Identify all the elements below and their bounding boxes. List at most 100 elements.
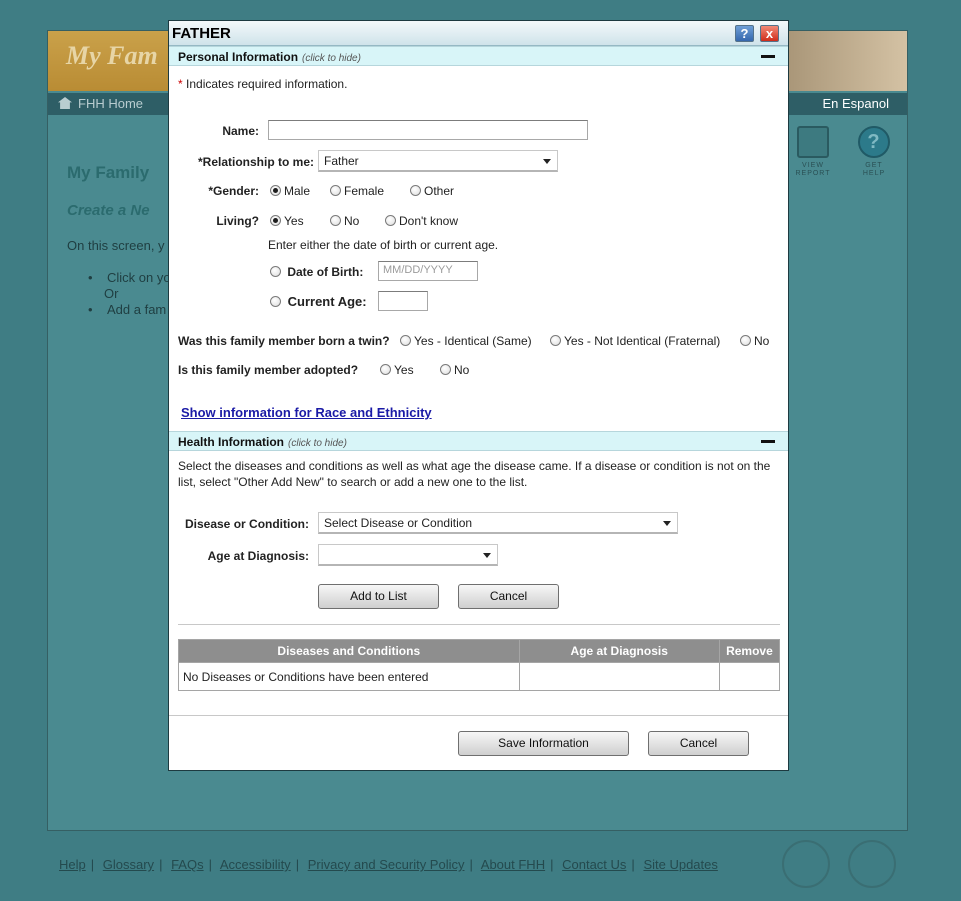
page-bullet-2: • Add a fam	[88, 302, 167, 317]
dob-label: Date of Birth:	[287, 265, 364, 279]
living-yes-label: Yes	[284, 214, 304, 228]
adopted-yes-radio[interactable]: Yes	[380, 363, 414, 377]
twin-question: Was this family member born a twin?	[178, 334, 390, 348]
radio-icon	[740, 335, 751, 346]
adopted-question: Is this family member adopted?	[178, 363, 359, 377]
twin-no-radio[interactable]: No	[740, 334, 769, 348]
chevron-down-icon	[483, 553, 491, 558]
get-help-tool[interactable]: ? GET HELP	[849, 126, 899, 178]
bullet-2-text: Add a fam	[107, 302, 167, 317]
name-field[interactable]	[268, 120, 588, 140]
nav-home-label: FHH Home	[78, 96, 144, 111]
gender-other-radio[interactable]: Other	[410, 184, 454, 198]
relationship-select[interactable]: Father	[318, 150, 558, 172]
chevron-down-icon	[543, 159, 551, 164]
gender-male-radio[interactable]: Male	[270, 184, 310, 198]
dob-field[interactable]: MM/DD/YYYY	[378, 261, 478, 281]
report-icon	[797, 126, 829, 158]
twin-identical-label: Yes - Identical (Same)	[414, 334, 532, 348]
living-dontknow-label: Don't know	[399, 214, 458, 228]
page-subheading: Create a Ne	[67, 202, 150, 219]
save-information-button[interactable]: Save Information	[458, 731, 629, 756]
health-info-hide-hint: (click to hide)	[288, 438, 347, 449]
adopted-no-radio[interactable]: No	[440, 363, 469, 377]
add-to-list-button[interactable]: Add to List	[318, 584, 439, 609]
dialog-cancel-button[interactable]: Cancel	[648, 731, 749, 756]
col-age-diagnosis: Age at Diagnosis	[518, 639, 720, 663]
race-ethnicity-link[interactable]: Show information for Race and Ethnicity	[181, 405, 432, 420]
gender-label: *Gender:	[208, 184, 259, 198]
help-icon: ?	[858, 126, 890, 158]
surgeon-general-seal-icon	[848, 840, 896, 888]
living-yes-radio[interactable]: Yes	[270, 214, 304, 228]
col-remove: Remove	[718, 639, 781, 663]
adopted-yes-label: Yes	[394, 363, 414, 377]
age-diagnosis-select[interactable]	[318, 544, 498, 566]
footer-link-privacy[interactable]: Privacy and Security Policy	[308, 857, 465, 872]
footer-link-contact[interactable]: Contact Us	[562, 857, 626, 872]
disease-value: Select Disease or Condition	[324, 516, 473, 530]
current-age-radio[interactable]: Current Age:	[270, 294, 367, 309]
personal-info-title: Personal Information (click to hide)	[178, 50, 361, 64]
radio-selected-icon	[270, 215, 281, 226]
view-report-tool[interactable]: VIEW REPORT	[788, 126, 838, 178]
footer-link-updates[interactable]: Site Updates	[643, 857, 717, 872]
living-no-radio[interactable]: No	[330, 214, 359, 228]
get-help-label: GET HELP	[862, 162, 886, 177]
health-info-header[interactable]: Health Information (click to hide)	[169, 431, 788, 451]
footer-link-glossary[interactable]: Glossary	[103, 857, 154, 872]
table-header-row: Diseases and Conditions Age at Diagnosis…	[178, 639, 781, 663]
radio-icon	[440, 364, 451, 375]
page-heading: My Family	[67, 163, 150, 182]
twin-fraternal-radio[interactable]: Yes - Not Identical (Fraternal)	[550, 334, 720, 348]
footer-link-help[interactable]: Help	[59, 857, 86, 872]
personal-info-header[interactable]: Personal Information (click to hide)	[169, 46, 788, 66]
footer-link-faqs[interactable]: FAQs	[171, 857, 204, 872]
disease-label: Disease or Condition:	[184, 517, 309, 531]
page-body-text: On this screen, y	[67, 238, 165, 253]
adopted-no-label: No	[454, 363, 470, 377]
radio-icon	[330, 215, 341, 226]
radio-icon	[330, 185, 341, 196]
nav-home-link[interactable]: FHH Home	[58, 96, 143, 111]
relationship-label: *Relationship to me:	[197, 155, 314, 169]
dialog-titlebar: FATHER ? x	[169, 21, 788, 46]
home-icon	[58, 97, 72, 109]
name-label: Name:	[222, 124, 259, 138]
footer-divider	[169, 715, 788, 716]
diseases-table: Diseases and Conditions Age at Diagnosis…	[178, 639, 781, 691]
health-info-title-text: Health Information	[178, 435, 285, 449]
footer-link-about[interactable]: About FHH	[481, 857, 545, 872]
gender-female-radio[interactable]: Female	[330, 184, 384, 198]
banner-family-photo	[787, 31, 907, 91]
radio-icon	[270, 266, 281, 277]
banner-title: My Fam	[66, 41, 158, 70]
gender-other-label: Other	[424, 184, 455, 198]
collapse-icon[interactable]	[761, 440, 775, 443]
current-age-label: Current Age:	[287, 294, 367, 309]
bullet-1-text: Click on yo	[107, 270, 171, 285]
current-age-field[interactable]	[378, 291, 428, 311]
health-instructions: Select the diseases and conditions as we…	[178, 459, 771, 489]
empty-cell	[718, 662, 781, 691]
personal-info-hide-hint: (click to hide)	[302, 53, 361, 64]
health-cancel-button[interactable]: Cancel	[458, 584, 559, 609]
nav-espanol-link[interactable]: En Espanol	[823, 96, 890, 111]
dob-radio[interactable]: Date of Birth:	[270, 265, 363, 279]
page-bullet-1: • Click on yo	[88, 270, 171, 285]
collapse-icon[interactable]	[761, 55, 775, 58]
col-diseases: Diseases and Conditions	[178, 639, 520, 663]
chevron-down-icon	[663, 521, 671, 526]
living-dontknow-radio[interactable]: Don't know	[385, 214, 458, 228]
twin-identical-radio[interactable]: Yes - Identical (Same)	[400, 334, 532, 348]
personal-info-title-text: Personal Information	[178, 50, 299, 64]
close-icon-button[interactable]: x	[760, 25, 779, 42]
hhs-seal-icon	[782, 840, 830, 888]
age-instruction: Enter either the date of birth or curren…	[268, 238, 499, 252]
help-icon-button[interactable]: ?	[735, 25, 754, 42]
empty-cell	[518, 662, 720, 691]
footer-link-accessibility[interactable]: Accessibility	[220, 857, 291, 872]
twin-no-label: No	[754, 334, 770, 348]
disease-select[interactable]: Select Disease or Condition	[318, 512, 678, 534]
footer-links: Help | Glossary | FAQs | Accessibility | Pri…	[59, 857, 718, 872]
